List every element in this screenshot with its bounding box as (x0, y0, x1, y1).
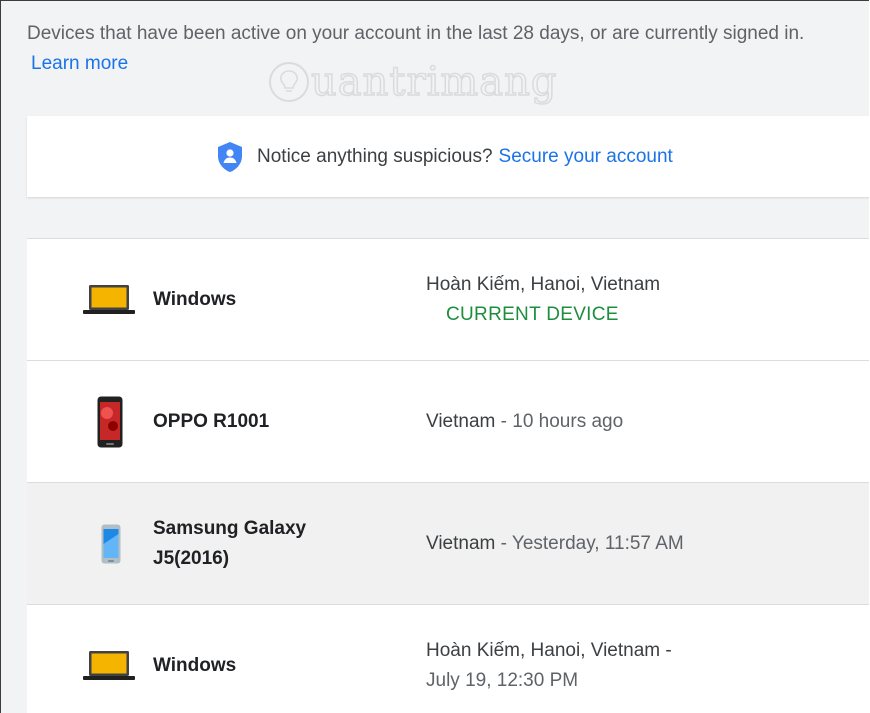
security-notice-card: Notice anything suspicious? Secure your … (27, 116, 869, 197)
shield-icon (217, 141, 243, 173)
device-name: OPPO R1001 (153, 410, 270, 432)
device-location: Vietnam - 10 hours ago (426, 410, 624, 432)
device-name: Windows (153, 288, 237, 310)
device-row[interactable]: Samsung Galaxy J5(2016) Vietnam - Yester… (27, 483, 869, 605)
current-device-badge: CURRENT DEVICE (446, 303, 619, 325)
device-last-active: July 19, 12:30 PM (426, 669, 579, 691)
intro-text: Devices that have been active on your ac… (27, 19, 847, 79)
device-location-block: Hoàn Kiếm, Hanoi, Vietnam - July 19, 12:… (426, 605, 846, 713)
intro-description: Devices that have been active on your ac… (27, 23, 805, 44)
phone-icon (101, 483, 121, 604)
device-name: Samsung Galaxy J5(2016) (153, 517, 307, 569)
device-location: Vietnam - Yesterday, 11:57 AM (426, 532, 684, 554)
device-location-block: Vietnam - Yesterday, 11:57 AM (426, 483, 846, 604)
device-list: Windows Hoàn Kiếm, Hanoi, Vietnam CURREN… (27, 238, 869, 713)
device-row[interactable]: Windows Hoàn Kiếm, Hanoi, Vietnam CURREN… (27, 239, 869, 361)
device-location: Hoàn Kiếm, Hanoi, Vietnam (426, 273, 661, 295)
device-location-block: Hoàn Kiếm, Hanoi, Vietnam CURRENT DEVICE (426, 239, 846, 360)
secure-account-link[interactable]: Secure your account (499, 146, 673, 168)
device-row[interactable]: Windows Hoàn Kiếm, Hanoi, Vietnam - July… (27, 605, 869, 713)
learn-more-link[interactable]: Learn more (31, 53, 128, 74)
laptop-icon (83, 605, 135, 713)
device-location: Hoàn Kiếm, Hanoi, Vietnam - (426, 639, 672, 661)
device-last-active: Yesterday, 11:57 AM (511, 532, 684, 554)
device-last-active: 10 hours ago (512, 410, 624, 432)
device-activity-panel: Devices that have been active on your ac… (0, 0, 869, 713)
phone-icon (97, 361, 123, 482)
notice-text: Notice anything suspicious? (257, 145, 493, 167)
laptop-icon (83, 239, 135, 360)
device-name: Windows (153, 654, 237, 676)
device-row[interactable]: OPPO R1001 Vietnam - 10 hours ago (27, 361, 869, 483)
device-location-block: Vietnam - 10 hours ago (426, 361, 846, 482)
